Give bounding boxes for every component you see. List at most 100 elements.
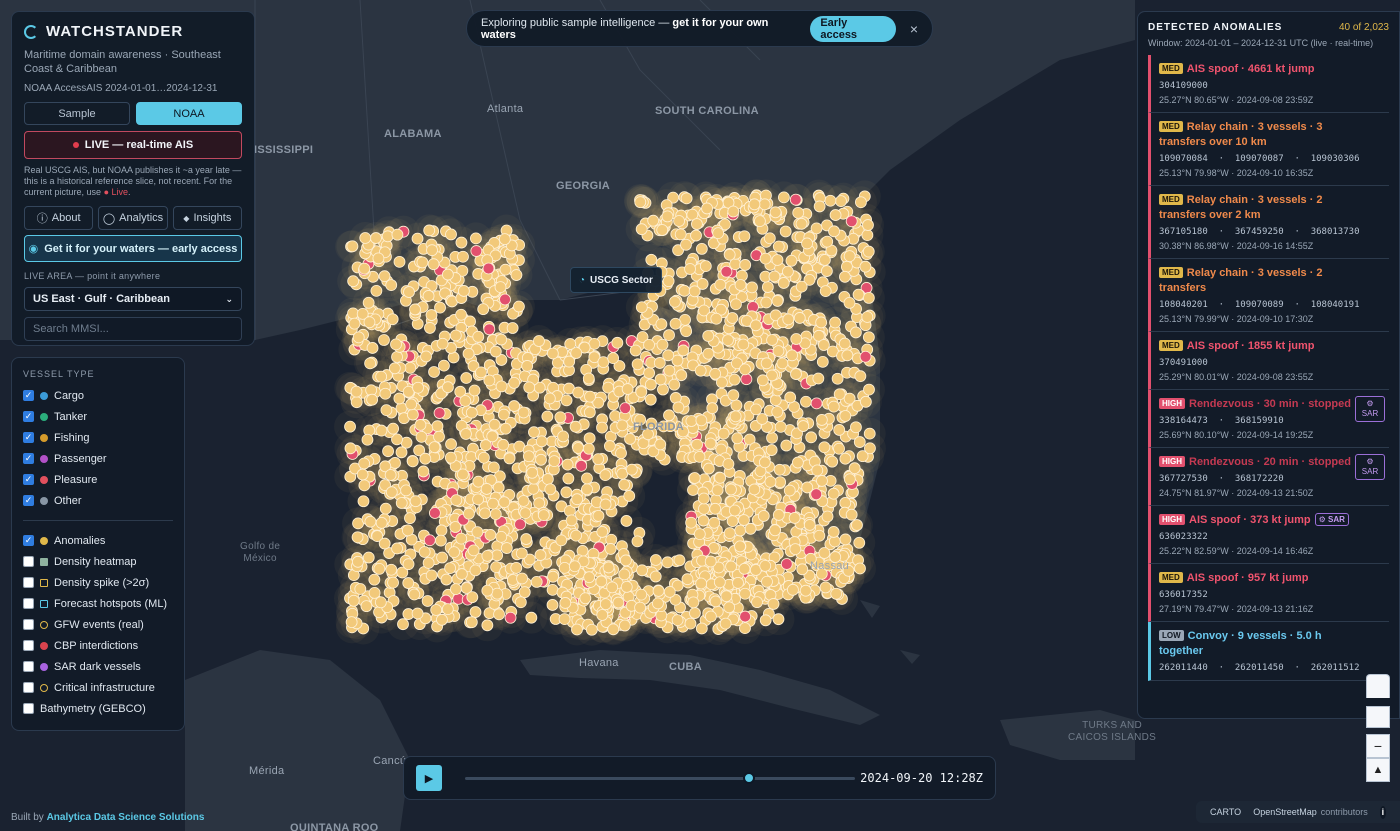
checkbox[interactable]: ✓ (23, 535, 34, 546)
checkbox[interactable]: ✓ (23, 411, 34, 422)
anomaly-marker[interactable] (435, 524, 448, 537)
zoom-control-top[interactable] (1366, 674, 1390, 698)
anomaly-marker[interactable] (854, 370, 867, 383)
vessel-type-cargo[interactable]: ✓ Cargo (23, 385, 173, 406)
anomaly-marker[interactable] (730, 298, 742, 311)
anomaly-marker[interactable] (528, 426, 540, 439)
anomaly-marker[interactable] (350, 396, 363, 409)
anomaly-marker[interactable] (740, 373, 753, 386)
anomaly-marker[interactable] (385, 486, 398, 499)
anomaly-marker[interactable] (818, 441, 831, 454)
anomaly-marker[interactable] (582, 442, 595, 455)
anomaly-marker[interactable] (783, 484, 796, 497)
about-button[interactable]: ⓘ About (24, 206, 94, 230)
anomaly-marker[interactable] (463, 507, 475, 520)
anomaly-marker[interactable] (457, 250, 469, 263)
anomaly-marker[interactable] (465, 616, 478, 629)
anomaly-marker[interactable] (845, 508, 858, 521)
anomaly-marker[interactable] (862, 331, 875, 344)
anomaly-marker[interactable] (819, 581, 832, 594)
anomaly-marker[interactable] (348, 317, 361, 330)
checkbox[interactable] (23, 556, 34, 567)
attribution-carto[interactable]: CARTO (1210, 807, 1241, 817)
anomaly-marker[interactable] (345, 616, 358, 628)
anomaly-marker[interactable] (789, 543, 802, 556)
anomaly-marker[interactable] (599, 598, 612, 611)
anomaly-marker[interactable] (839, 533, 852, 546)
anomaly-marker[interactable] (687, 484, 699, 496)
anomaly-marker[interactable] (652, 585, 665, 597)
anomaly-marker[interactable] (585, 623, 598, 636)
anomaly-marker[interactable] (801, 481, 814, 494)
anomaly-marker[interactable] (568, 560, 581, 573)
anomaly-marker[interactable] (612, 596, 625, 609)
anomaly-marker[interactable] (643, 338, 655, 351)
anomaly-marker[interactable] (734, 540, 746, 553)
anomaly-marker[interactable] (404, 512, 416, 525)
anomaly-marker[interactable] (520, 533, 533, 545)
anomaly-marker[interactable] (773, 463, 786, 476)
anomaly-marker[interactable] (554, 411, 567, 424)
anomaly-marker[interactable] (519, 507, 532, 520)
anomaly-marker[interactable] (680, 192, 693, 205)
anomaly-marker[interactable] (481, 619, 494, 632)
anomaly-marker[interactable] (663, 586, 676, 598)
anomaly-marker[interactable] (375, 424, 388, 437)
anomaly-marker[interactable] (416, 256, 429, 269)
anomaly-marker[interactable] (515, 547, 528, 560)
anomaly-marker[interactable] (604, 543, 617, 555)
anomaly-marker[interactable] (709, 595, 722, 608)
anomaly-marker[interactable] (477, 303, 490, 316)
anomaly-marker[interactable] (347, 275, 360, 288)
anomaly-marker[interactable] (698, 502, 710, 515)
anomaly-marker[interactable] (469, 564, 482, 577)
anomaly-marker[interactable] (620, 515, 633, 527)
anomaly-marker[interactable] (838, 337, 851, 350)
region-select[interactable]: US East · Gulf · Caribbean ⌄ (24, 287, 242, 311)
anomaly-marker[interactable] (434, 301, 446, 314)
anomaly-marker[interactable] (596, 421, 608, 434)
anomaly-marker[interactable] (818, 254, 831, 266)
anomaly-marker[interactable] (495, 380, 508, 393)
anomaly-marker[interactable] (760, 296, 773, 309)
anomaly-marker[interactable] (364, 515, 377, 528)
anomaly-marker[interactable] (699, 260, 712, 273)
anomaly-marker[interactable] (634, 601, 647, 614)
anomaly-marker[interactable] (828, 225, 840, 238)
anomaly-marker[interactable] (761, 281, 774, 293)
anomaly-marker[interactable] (569, 420, 582, 433)
anomaly-marker[interactable] (677, 344, 690, 357)
anomaly-marker[interactable] (489, 345, 502, 358)
anomaly-marker[interactable] (583, 432, 596, 445)
anomaly-marker[interactable] (848, 462, 861, 475)
anomaly-marker[interactable] (592, 453, 605, 466)
anomaly-card[interactable]: MED Relay chain · 3 vessels · 2 transfers… (1148, 186, 1389, 259)
anomaly-marker[interactable] (771, 405, 784, 418)
anomaly-marker[interactable] (530, 576, 543, 588)
overlay-toggle[interactable]: Forecast hotspots (ML) (23, 593, 173, 614)
anomaly-marker[interactable] (372, 252, 385, 265)
footer-link[interactable]: Analytica Data Science Solutions (47, 812, 205, 823)
vessel-type-pleasure[interactable]: ✓ Pleasure (23, 469, 173, 490)
anomaly-marker[interactable] (810, 488, 823, 501)
anomaly-marker[interactable] (662, 349, 675, 362)
anomaly-marker[interactable] (379, 387, 392, 400)
anomaly-marker[interactable] (445, 228, 457, 241)
anomaly-marker[interactable] (603, 440, 616, 452)
anomaly-marker[interactable] (821, 235, 834, 248)
zoom-control-mid[interactable] (1366, 706, 1390, 728)
anomaly-marker[interactable] (663, 364, 676, 377)
anomaly-marker[interactable] (470, 245, 483, 257)
anomaly-marker[interactable] (457, 468, 469, 481)
anomaly-marker[interactable] (499, 422, 512, 435)
anomaly-marker[interactable] (739, 259, 752, 271)
anomaly-marker[interactable] (606, 581, 619, 594)
anomaly-marker[interactable] (391, 351, 403, 363)
anomaly-marker[interactable] (833, 424, 846, 436)
anomaly-marker[interactable] (472, 493, 484, 506)
anomaly-marker[interactable] (560, 486, 573, 499)
anomaly-marker[interactable] (723, 248, 736, 261)
anomaly-marker[interactable] (366, 393, 379, 406)
anomaly-marker[interactable] (780, 439, 793, 452)
anomaly-marker[interactable] (739, 363, 751, 376)
